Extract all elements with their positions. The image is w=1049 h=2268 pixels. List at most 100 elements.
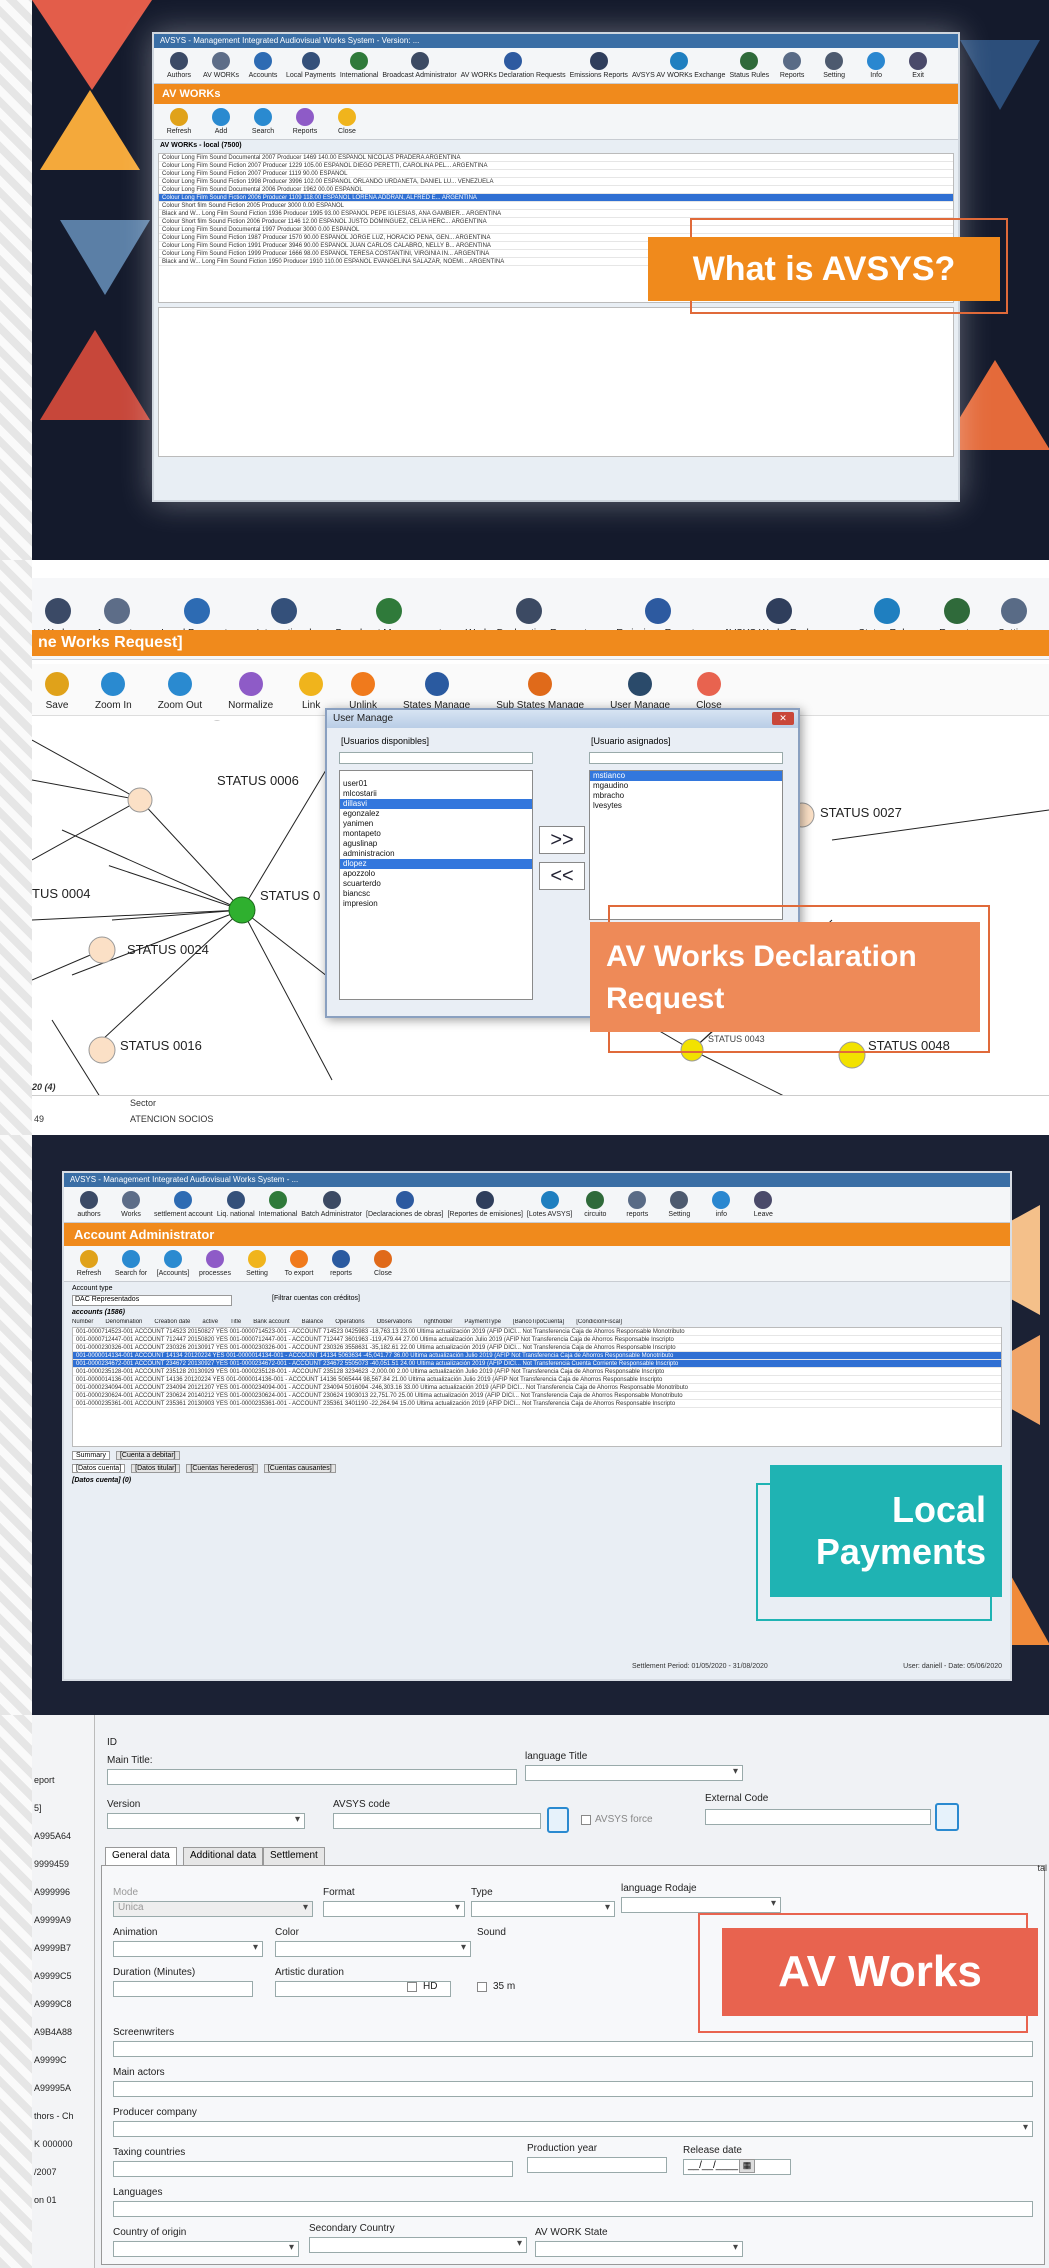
list-item[interactable]: biancsc	[340, 889, 532, 899]
tab[interactable]: [Cuentas herederos]	[186, 1464, 258, 1473]
list-item[interactable]: scuarterdo	[340, 879, 532, 889]
mode-select[interactable]: Unica	[113, 1901, 313, 1917]
list-item[interactable]: aguslinap	[340, 839, 532, 849]
language-title-select[interactable]	[525, 1765, 743, 1781]
av-work-state-select[interactable]	[535, 2241, 743, 2257]
action-sub-states-manage-button[interactable]: Sub States Manage	[483, 672, 597, 711]
toolbar-avsys-av-works-exchange-button[interactable]: AVSYS AV WORKs Exchange	[632, 52, 725, 79]
country-origin-select[interactable]	[113, 2241, 299, 2257]
list-item[interactable]: montapeto	[340, 829, 532, 839]
tab[interactable]: [Datos titular]	[131, 1464, 181, 1473]
action-processes-button[interactable]: processes	[196, 1250, 234, 1277]
state-node[interactable]	[228, 896, 256, 924]
action-add-button[interactable]: Add	[202, 108, 240, 135]
table-row[interactable]: 001-0000234094-001 ACCOUNT 234094 201212…	[73, 1384, 1001, 1392]
languages-input[interactable]	[113, 2201, 1033, 2217]
action-reports-button[interactable]: Reports	[286, 108, 324, 135]
action-unlink-button[interactable]: Unlink	[336, 672, 390, 711]
toolbar-setting-button[interactable]: Setting	[660, 1191, 698, 1218]
format-select[interactable]	[323, 1901, 465, 1917]
version-select[interactable]	[107, 1813, 305, 1829]
toolbar-circuito-button[interactable]: circuito	[576, 1191, 614, 1218]
toolbar-international-button[interactable]: International	[340, 52, 378, 79]
list-item[interactable]: mstianco	[590, 771, 782, 781]
state-node[interactable]	[88, 936, 116, 964]
tab-additional-data[interactable]: Additional data	[183, 1847, 264, 1865]
action-close-button[interactable]: Close	[683, 672, 735, 711]
table-row[interactable]: Colour Long Film Sound Fiction 2007 Prod…	[159, 170, 953, 178]
lookup-icon[interactable]	[935, 1803, 959, 1831]
toolbar-info-button[interactable]: info	[702, 1191, 740, 1218]
table-row[interactable]: Black and W... Long Film Sound Fiction 1…	[159, 210, 953, 218]
toolbar-info-button[interactable]: Info	[857, 52, 895, 79]
toolbar-batch-administrator-button[interactable]: Batch Administrator	[301, 1191, 362, 1218]
action-refresh-button[interactable]: Refresh	[70, 1250, 108, 1277]
list-item[interactable]: lvesytes	[590, 801, 782, 811]
tab-settlement[interactable]: Settlement	[263, 1847, 325, 1865]
list-item[interactable]: yanimen	[340, 819, 532, 829]
list-item[interactable]: dlopez	[340, 859, 532, 869]
calendar-icon[interactable]: ▦	[739, 2159, 755, 2173]
action-close-button[interactable]: Close	[328, 108, 366, 135]
list-item[interactable]: mlcostarii	[340, 789, 532, 799]
column-header[interactable]: Balance	[302, 1319, 324, 1325]
hd-checkbox[interactable]	[407, 1982, 417, 1992]
toolbar-authors-button[interactable]: Authors	[160, 52, 198, 79]
column-header[interactable]: Creation date	[154, 1319, 190, 1325]
filter-credits-checkbox[interactable]: [Filtrar cuentas con créditos]	[272, 1295, 360, 1306]
toolbar-status-rules-button[interactable]: Status Rules	[729, 52, 769, 79]
table-row[interactable]: 001-0000014136-001 ACCOUNT 14136 2012022…	[73, 1376, 1001, 1384]
toolbar-emissions-reports-button[interactable]: Emissions Reports	[570, 52, 628, 79]
toolbar-av-works-declaration-requests-button[interactable]: AV WORKs Declaration Requests	[461, 52, 566, 79]
list-item[interactable]: user01	[340, 779, 532, 789]
tab[interactable]: [Cuentas causantes]	[263, 1464, 336, 1473]
toolbar-authors-button[interactable]: authors	[70, 1191, 108, 1218]
color-select[interactable]	[275, 1941, 471, 1957]
list-item[interactable]: mbracho	[590, 791, 782, 801]
table-row[interactable]: Colour Long Film Sound Fiction 2007 Prod…	[159, 162, 953, 170]
column-header[interactable]: PaymentType	[464, 1319, 501, 1325]
action-setting-button[interactable]: Setting	[238, 1250, 276, 1277]
action-accounts-button[interactable]: [Accounts]	[154, 1250, 192, 1277]
column-header[interactable]: active	[202, 1319, 218, 1325]
column-header[interactable]: [BancoTipoCuenta]	[513, 1319, 564, 1325]
toolbar-setting-button[interactable]: Setting	[815, 52, 853, 79]
close-icon[interactable]: ✕	[772, 712, 794, 725]
main-actors-input[interactable]	[113, 2081, 1033, 2097]
toolbar-leave-button[interactable]: Leave	[744, 1191, 782, 1218]
list-item[interactable]: mgaudino	[590, 781, 782, 791]
table-row[interactable]: 001-0000230326-001 ACCOUNT 230326 201309…	[73, 1344, 1001, 1352]
column-header[interactable]: Operations	[335, 1319, 364, 1325]
available-filter-input[interactable]	[339, 752, 533, 764]
table-row[interactable]: 001-0000230624-001 ACCOUNT 230624 201402…	[73, 1392, 1001, 1400]
state-node[interactable]	[88, 1036, 116, 1064]
action-link-button[interactable]: Link	[286, 672, 336, 711]
toolbar-local-payments-button[interactable]: Local Payments	[286, 52, 336, 79]
toolbar-broadcast-administrator-button[interactable]: Broadcast Administrator	[382, 52, 457, 79]
type-select[interactable]	[471, 1901, 615, 1917]
accounts-grid[interactable]: 001-0000714523-001 ACCOUNT 714523 201508…	[72, 1327, 1002, 1447]
toolbar-reportes-de-emisiones-button[interactable]: [Reportes de emisiones]	[447, 1191, 523, 1218]
action-states-manage-button[interactable]: States Manage	[390, 672, 483, 711]
toolbar-exit-button[interactable]: Exit	[899, 52, 937, 79]
table-row[interactable]: 001-0000235361-001 ACCOUNT 235361 201309…	[73, 1400, 1001, 1408]
state-node[interactable]	[127, 787, 153, 813]
toolbar-accounts-button[interactable]: Accounts	[244, 52, 282, 79]
toolbar-international-button[interactable]: International	[259, 1191, 297, 1218]
toolbar-lotes-avsys-button[interactable]: [Lotes AVSYS]	[527, 1191, 572, 1218]
toolbar-reports-button[interactable]: reports	[618, 1191, 656, 1218]
secondary-country-select[interactable]	[309, 2237, 527, 2253]
avsys-force-checkbox[interactable]	[581, 1815, 591, 1825]
action-refresh-button[interactable]: Refresh	[160, 108, 198, 135]
table-row[interactable]: 001-0000234672-001 ACCOUNT 234672 201309…	[73, 1360, 1001, 1368]
tab-general-data[interactable]: General data	[105, 1847, 177, 1865]
35mm-checkbox[interactable]	[477, 1982, 487, 1992]
release-date-input[interactable]: __/__/____	[683, 2159, 791, 2175]
action-search-button[interactable]: Search	[244, 108, 282, 135]
table-row[interactable]: Colour Long Film Sound Fiction 2006 Prod…	[159, 194, 953, 202]
duration-input[interactable]	[113, 1981, 253, 1997]
producer-company-select[interactable]	[113, 2121, 1033, 2137]
action-zoom-in-button[interactable]: Zoom In	[82, 672, 145, 711]
action-reports-button[interactable]: reports	[322, 1250, 360, 1277]
table-row[interactable]: 001-0000714523-001 ACCOUNT 714523 201508…	[73, 1328, 1001, 1336]
